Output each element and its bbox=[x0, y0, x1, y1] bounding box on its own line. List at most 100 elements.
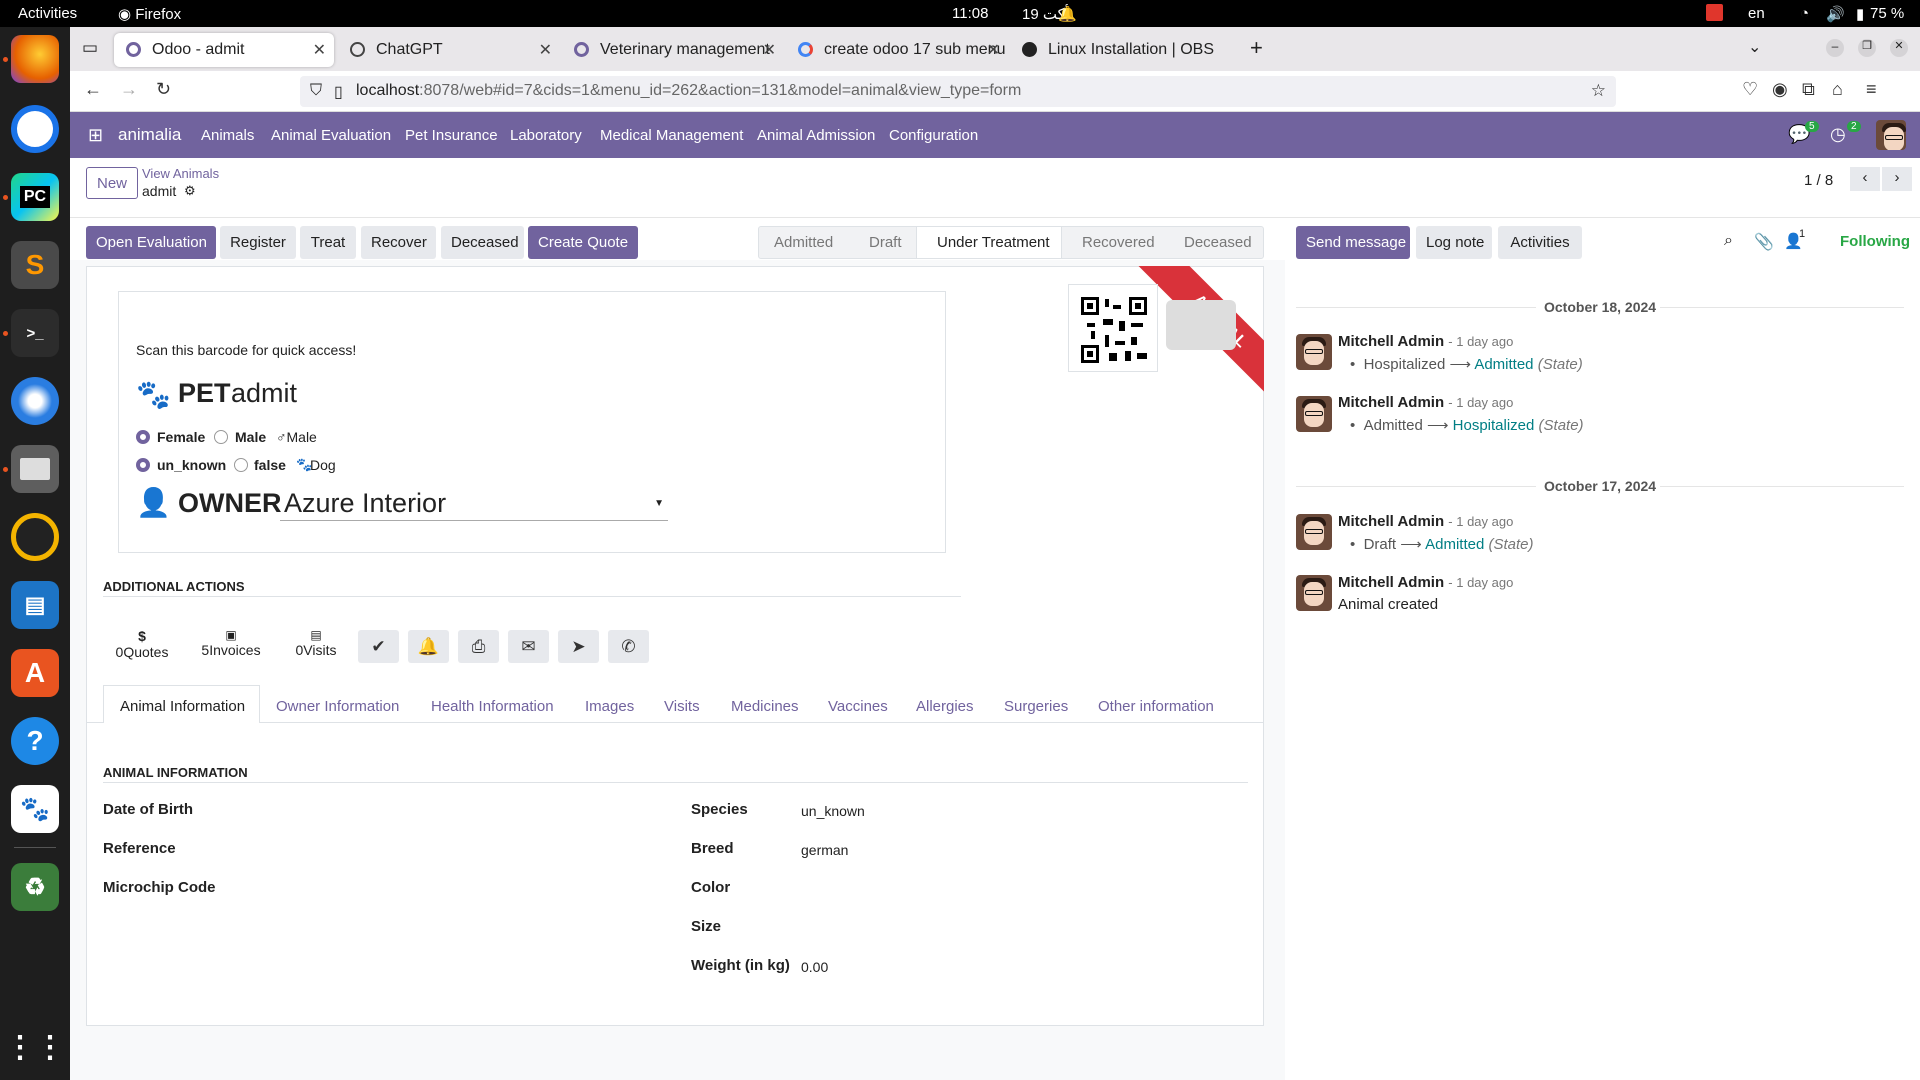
whatsapp-icon[interactable]: ✆ bbox=[608, 630, 649, 663]
terminal-icon[interactable]: >_ bbox=[11, 309, 59, 357]
libreoffice-writer-icon[interactable]: ▤ bbox=[11, 581, 59, 629]
deceased-button[interactable]: Deceased bbox=[441, 226, 524, 259]
extensions-icon[interactable]: ⧉ bbox=[1802, 79, 1815, 100]
type-false-radio[interactable] bbox=[234, 458, 248, 472]
menu-configuration[interactable]: Configuration bbox=[889, 127, 978, 144]
tab-allergies[interactable]: Allergies bbox=[916, 698, 974, 715]
reload-icon[interactable]: ↻ bbox=[156, 79, 171, 100]
menu-laboratory[interactable]: Laboratory bbox=[510, 127, 582, 144]
quotes-stat-button[interactable]: $ 0Quotes bbox=[110, 628, 174, 660]
author-avatar[interactable] bbox=[1296, 575, 1332, 611]
stage-draft[interactable]: Draft bbox=[869, 226, 902, 259]
gender-male-radio[interactable] bbox=[214, 430, 228, 444]
battery-icon[interactable]: ▮ bbox=[1856, 5, 1864, 23]
menu-icon[interactable]: ≡ bbox=[1866, 79, 1877, 100]
message-author[interactable]: Mitchell Admin - 1 day ago bbox=[1338, 513, 1513, 530]
new-button[interactable]: New bbox=[86, 167, 139, 199]
dropdown-caret-icon[interactable]: ▼ bbox=[654, 498, 664, 509]
menu-pet-insurance[interactable]: Pet Insurance bbox=[405, 127, 498, 144]
gear-icon[interactable]: ⚙ bbox=[184, 183, 196, 199]
invoices-stat-button[interactable]: ▣ 5Invoices bbox=[198, 628, 264, 658]
pager[interactable]: 1 / 8 bbox=[1804, 172, 1833, 189]
gimp-icon[interactable]: 🐾 bbox=[11, 785, 59, 833]
message-author[interactable]: Mitchell Admin - 1 day ago bbox=[1338, 574, 1513, 591]
type-unknown-radio[interactable] bbox=[136, 458, 150, 472]
firefox-view-icon[interactable]: ▭ bbox=[82, 38, 98, 58]
reference-field[interactable] bbox=[200, 840, 670, 860]
following-status[interactable]: Following bbox=[1840, 233, 1910, 250]
message-author[interactable]: Mitchell Admin - 1 day ago bbox=[1338, 394, 1513, 411]
trash-icon[interactable]: ♻ bbox=[11, 863, 59, 911]
app-brand[interactable]: animalia bbox=[118, 125, 181, 145]
close-tab-icon[interactable]: ✕ bbox=[987, 40, 1000, 60]
author-avatar[interactable] bbox=[1296, 514, 1332, 550]
clock[interactable]: 11:08 bbox=[952, 5, 988, 22]
pet-name[interactable]: admit bbox=[231, 378, 297, 409]
menu-animal-admission[interactable]: Animal Admission bbox=[757, 127, 875, 144]
visits-stat-button[interactable]: ▤ 0Visits bbox=[286, 628, 346, 658]
animal-image-placeholder[interactable] bbox=[1166, 300, 1236, 350]
previous-record-icon[interactable]: ‹ bbox=[1850, 167, 1880, 191]
account-icon[interactable]: ◉ bbox=[1772, 79, 1788, 100]
apps-grid-icon[interactable]: ⊞ bbox=[88, 125, 103, 146]
bell-notify-icon[interactable]: 🔔 bbox=[408, 630, 449, 663]
log-note-button[interactable]: Log note bbox=[1416, 226, 1492, 259]
author-avatar[interactable] bbox=[1296, 396, 1332, 432]
tab-medicines[interactable]: Medicines bbox=[731, 698, 799, 715]
send-message-button[interactable]: Send message bbox=[1296, 226, 1410, 259]
site-info-icon[interactable]: ⛉ bbox=[310, 82, 322, 100]
size-field[interactable] bbox=[801, 918, 1201, 938]
attachment-icon[interactable]: 📎 bbox=[1754, 232, 1774, 252]
tab-health-information[interactable]: Health Information bbox=[431, 698, 554, 715]
close-window-icon[interactable]: ✕ bbox=[1890, 39, 1908, 57]
tab-vaccines[interactable]: Vaccines bbox=[828, 698, 888, 715]
treat-button[interactable]: Treat bbox=[300, 226, 356, 259]
microchip-code-field[interactable] bbox=[220, 879, 670, 899]
tab-images[interactable]: Images bbox=[585, 698, 634, 715]
activities-button[interactable]: Activities bbox=[1498, 226, 1582, 259]
recover-button[interactable]: Recover bbox=[361, 226, 436, 259]
forward-icon[interactable]: → bbox=[120, 79, 138, 100]
help-icon[interactable]: ? bbox=[11, 717, 59, 765]
menu-animal-evaluation[interactable]: Animal Evaluation bbox=[271, 127, 391, 144]
activities-button[interactable]: Activities bbox=[18, 5, 77, 22]
input-language[interactable]: en bbox=[1748, 5, 1765, 22]
tab-google[interactable]: create odoo 17 sub menu ✕ bbox=[786, 33, 1008, 67]
new-tab-icon[interactable]: + bbox=[1250, 35, 1263, 61]
tab-veterinary[interactable]: Veterinary management ✕ bbox=[562, 33, 784, 67]
author-avatar[interactable] bbox=[1296, 334, 1332, 370]
breed-value[interactable]: german bbox=[801, 842, 848, 858]
create-quote-button[interactable]: Create Quote bbox=[528, 226, 638, 259]
volume-icon[interactable]: 🔊 bbox=[1826, 5, 1845, 23]
wifi-icon[interactable]: ◔ bbox=[1800, 5, 1809, 22]
tab-visits[interactable]: Visits bbox=[664, 698, 700, 715]
pycharm-icon[interactable]: PC bbox=[11, 173, 59, 221]
url-bar[interactable]: ⛉ ▯ localhost:8078/web#id=7&cids=1&menu_… bbox=[300, 76, 1616, 107]
tab-other-information[interactable]: Other information bbox=[1098, 698, 1214, 715]
activity-clock-icon[interactable]: ◷ bbox=[1830, 124, 1846, 145]
weight-value[interactable]: 0.00 bbox=[801, 959, 828, 975]
tab-obs[interactable]: Linux Installation | OBS bbox=[1010, 33, 1232, 67]
files-icon[interactable] bbox=[11, 445, 59, 493]
user-avatar[interactable] bbox=[1876, 120, 1906, 150]
bookmark-star-icon[interactable]: ☆ bbox=[1591, 81, 1606, 101]
print-icon[interactable]: ⎙ bbox=[458, 630, 499, 663]
next-record-icon[interactable]: › bbox=[1882, 167, 1912, 191]
minimize-icon[interactable]: – bbox=[1826, 39, 1844, 57]
owner-field[interactable]: Azure Interior ▼ bbox=[280, 486, 668, 521]
menu-medical-management[interactable]: Medical Management bbox=[600, 127, 743, 144]
tab-chatgpt[interactable]: ChatGPT ✕ bbox=[338, 33, 560, 67]
firefox-app-menu[interactable]: ◉ Firefox bbox=[118, 5, 181, 23]
firefox-icon[interactable] bbox=[11, 35, 59, 83]
tab-surgeries[interactable]: Surgeries bbox=[1004, 698, 1068, 715]
stage-admitted[interactable]: Admitted bbox=[774, 226, 833, 259]
breadcrumb-parent[interactable]: View Animals bbox=[142, 166, 219, 181]
check-icon[interactable]: ✔ bbox=[358, 630, 399, 663]
tab-odoo[interactable]: Odoo - admit ✕ bbox=[114, 33, 334, 67]
app-center-icon[interactable]: A bbox=[11, 649, 59, 697]
register-button[interactable]: Register bbox=[220, 226, 296, 259]
chromium-icon[interactable] bbox=[11, 105, 59, 153]
pocket-icon[interactable]: ♡ bbox=[1742, 79, 1758, 100]
rhythmbox-icon[interactable] bbox=[11, 513, 59, 561]
color-field[interactable] bbox=[801, 879, 1201, 899]
